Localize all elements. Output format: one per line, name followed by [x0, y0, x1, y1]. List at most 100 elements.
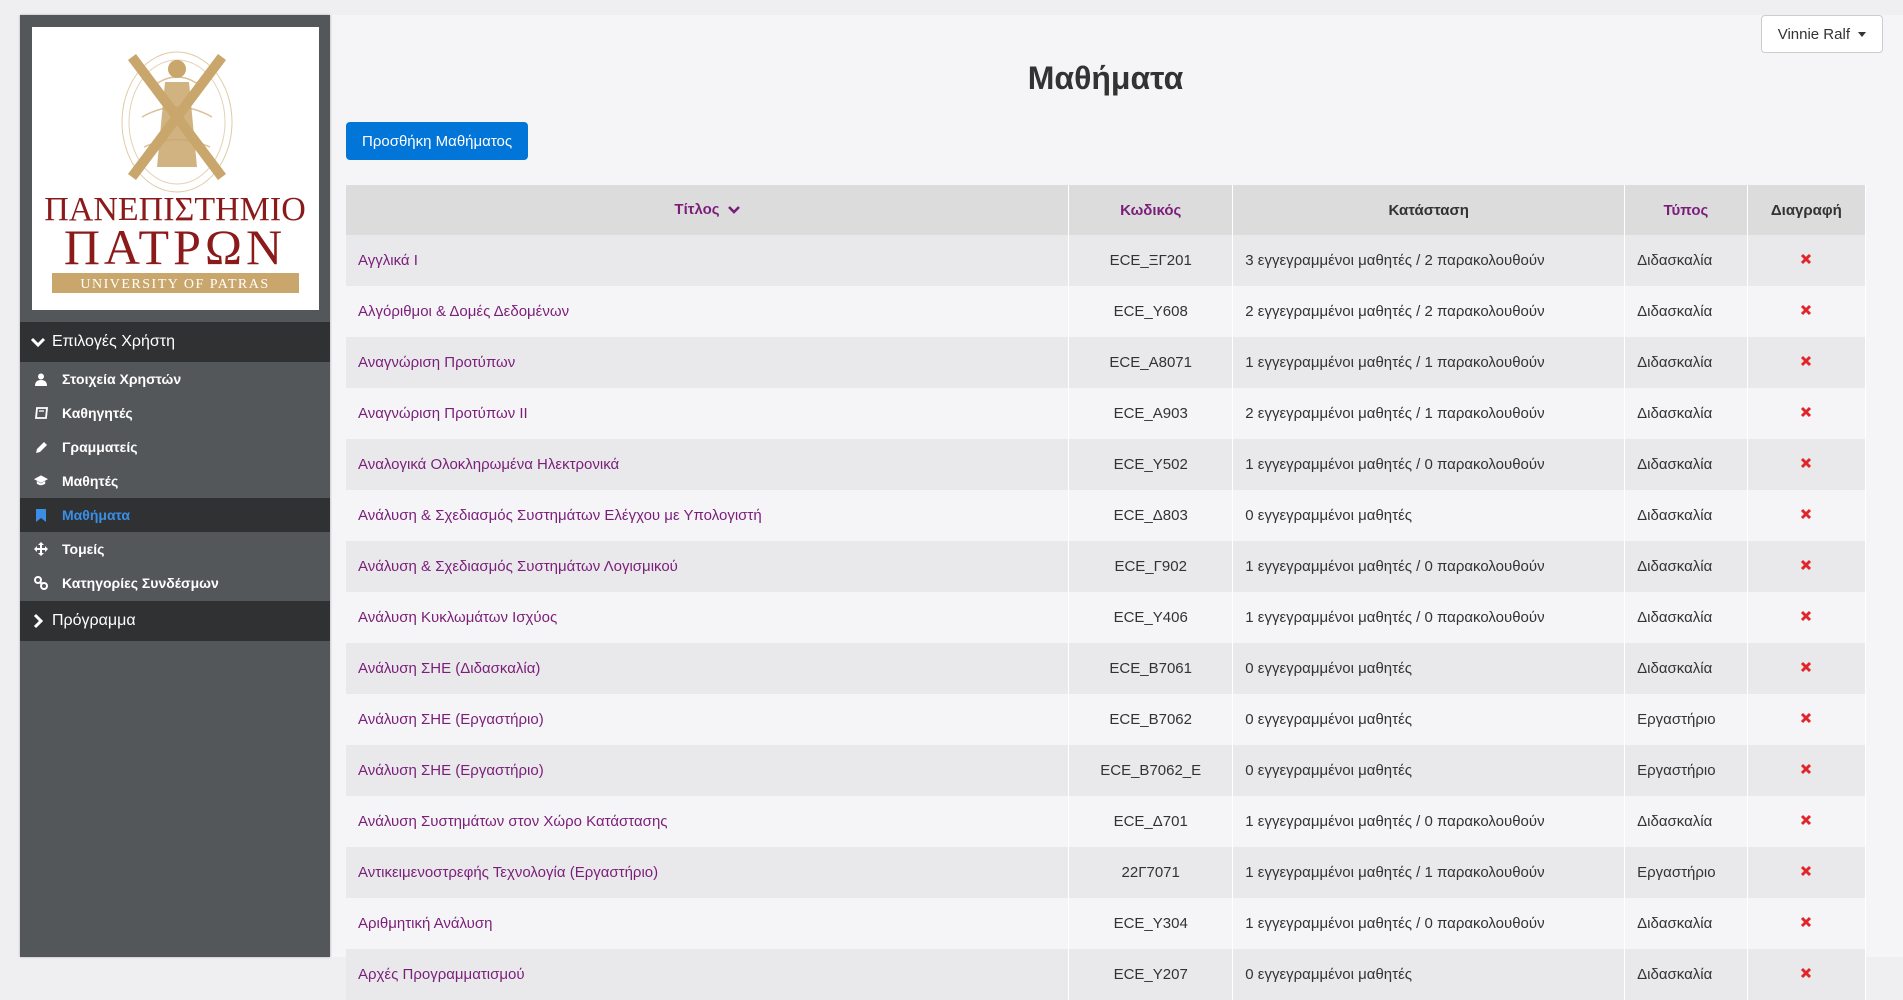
- delete-button[interactable]: [1747, 796, 1867, 847]
- sidebar-item-students[interactable]: Μαθητές: [20, 464, 330, 498]
- close-icon: [1800, 303, 1812, 316]
- header-delete: Διαγραφή: [1747, 185, 1867, 235]
- delete-button[interactable]: [1747, 388, 1867, 439]
- page-title: Μαθήματα: [1027, 60, 1184, 96]
- delete-button[interactable]: [1747, 847, 1867, 898]
- bookmark-icon: [34, 508, 48, 522]
- course-title-link[interactable]: Αλγόριθμοι & Δομές Δεδομένων: [346, 286, 1070, 337]
- graduation-cap-icon: [34, 474, 48, 488]
- delete-button[interactable]: [1747, 694, 1867, 745]
- sidebar-item-label: Τομείς: [62, 541, 105, 557]
- delete-button[interactable]: [1747, 745, 1867, 796]
- header-title-label: Τίτλος: [674, 201, 720, 219]
- course-title-link[interactable]: Αγγλικά Ι: [346, 235, 1070, 286]
- delete-button[interactable]: [1747, 286, 1867, 337]
- sidebar-item-sectors[interactable]: Τομείς: [20, 532, 330, 566]
- book-icon: [34, 406, 48, 420]
- section-schedule[interactable]: Πρόγραμμα: [20, 601, 330, 641]
- course-status: 2 εγγεγραμμένοι μαθητές / 2 παρακολουθού…: [1232, 286, 1626, 337]
- table-row: Ανάλυση ΣΗΕ (Εργαστήριο) ECE_Β7062_Ε 0 εγγ…: [346, 745, 1867, 796]
- course-type: Διδασκαλία: [1624, 898, 1748, 949]
- course-title-link[interactable]: Ανάλυση ΣΗΕ (Διδασκαλία): [346, 643, 1070, 694]
- sidebar-item-label: Κατηγορίες Συνδέσμων: [62, 575, 219, 591]
- table-row: Ανάλυση Συστημάτων στον Χώρο Κατάστασης E…: [346, 796, 1867, 847]
- course-status: 3 εγγεγραμμένοι μαθητές / 2 παρακολουθού…: [1232, 235, 1626, 286]
- course-code: ECE_Δ701: [1068, 796, 1234, 847]
- section-user-options[interactable]: Επιλογές Χρήστη: [20, 322, 330, 362]
- course-title-link[interactable]: Αριθμητική Ανάλυση: [346, 898, 1070, 949]
- course-code: ECE_Υ608: [1068, 286, 1234, 337]
- course-type: Διδασκαλία: [1624, 490, 1748, 541]
- course-type: Εργαστήριο: [1624, 745, 1748, 796]
- delete-button[interactable]: [1747, 235, 1867, 286]
- delete-button[interactable]: [1747, 490, 1867, 541]
- course-status: 0 εγγεγραμμένοι μαθητές: [1232, 490, 1626, 541]
- course-title-link[interactable]: Ανάλυση Κυκλωμάτων Ισχύος: [346, 592, 1070, 643]
- course-status: 0 εγγεγραμμένοι μαθητές: [1232, 694, 1626, 745]
- sidebar-item-label: Καθηγητές: [62, 405, 133, 421]
- course-status: 1 εγγεγραμμένοι μαθητές / 0 παρακολουθού…: [1232, 541, 1626, 592]
- course-code: ECE_Β7061: [1068, 643, 1234, 694]
- course-title-link[interactable]: Ανάλυση ΣΗΕ (Εργαστήριο): [346, 694, 1070, 745]
- add-course-button[interactable]: Προσθήκη Μαθήματος: [346, 122, 529, 160]
- course-code: ECE_Υ502: [1068, 439, 1234, 490]
- course-code: ECE_Β7062: [1068, 694, 1234, 745]
- delete-button[interactable]: [1747, 898, 1867, 949]
- course-status: 0 εγγεγραμμένοι μαθητές: [1232, 745, 1626, 796]
- course-status: 2 εγγεγραμμένοι μαθητές / 1 παρακολουθού…: [1232, 388, 1626, 439]
- course-title-link[interactable]: Ανάλυση Συστημάτων στον Χώρο Κατάστασης: [346, 796, 1070, 847]
- close-icon: [1800, 405, 1812, 418]
- close-icon: [1800, 813, 1812, 826]
- course-type: Διδασκαλία: [1624, 643, 1748, 694]
- user-name: Vinnie Ralf: [1777, 25, 1850, 43]
- course-status: 1 εγγεγραμμένοι μαθητές / 0 παρακολουθού…: [1232, 439, 1626, 490]
- close-icon: [1800, 558, 1812, 571]
- course-title-link[interactable]: Αναγνώριση Προτύπων: [346, 337, 1070, 388]
- user-menu-button[interactable]: Vinnie Ralf: [1760, 15, 1883, 53]
- user-icon: [34, 372, 48, 386]
- delete-button[interactable]: [1747, 439, 1867, 490]
- course-code: 22Γ7071: [1068, 847, 1234, 898]
- course-type: Εργαστήριο: [1624, 847, 1748, 898]
- table-row: Αναγνώριση Προτύπων ECE_Α8071 1 εγγεγραμμέ…: [346, 337, 1867, 388]
- table-header-row: Τίτλος Κωδικός Κατάσταση Τύπος Διαγραφή: [346, 185, 1867, 235]
- course-type: Διδασκαλία: [1624, 796, 1748, 847]
- section-user-options-label: Επιλογές Χρήστη: [52, 333, 175, 350]
- sidebar-item-label: Στοιχεία Χρηστών: [62, 371, 182, 387]
- header-code[interactable]: Κωδικός: [1068, 185, 1234, 235]
- course-type: Διδασκαλία: [1624, 388, 1748, 439]
- course-code: ECE_Α8071: [1068, 337, 1234, 388]
- course-type: Εργαστήριο: [1624, 694, 1748, 745]
- sidebar-item-label: Μαθητές: [62, 473, 119, 489]
- delete-button[interactable]: [1747, 643, 1867, 694]
- sidebar-item-link-categories[interactable]: Κατηγορίες Συνδέσμων: [20, 566, 330, 600]
- sidebar: ΠΑΝΕΠΙΣΤΗΜΙΟ ΠΑΤΡΩΝ UNIVERSITY OF PATRAS…: [20, 15, 330, 957]
- course-title-link[interactable]: Αναγνώριση Προτύπων ΙΙ: [346, 388, 1070, 439]
- delete-button[interactable]: [1747, 541, 1867, 592]
- course-status: 1 εγγεγραμμένοι μαθητές / 0 παρακολουθού…: [1232, 592, 1626, 643]
- course-status: 0 εγγεγραμμένοι μαθητές: [1232, 643, 1626, 694]
- course-title-link[interactable]: Ανάλυση ΣΗΕ (Εργαστήριο): [346, 745, 1070, 796]
- table-row: Ανάλυση Κυκλωμάτων Ισχύος ECE_Υ406 1 εγγεγ…: [346, 592, 1867, 643]
- delete-button[interactable]: [1747, 337, 1867, 388]
- header-status: Κατάσταση: [1232, 185, 1626, 235]
- sidebar-item-secretaries[interactable]: Γραμματείς: [20, 430, 330, 464]
- table-row: Αριθμητική Ανάλυση ECE_Υ304 1 εγγεγραμμένο…: [346, 898, 1867, 949]
- sidebar-item-professors[interactable]: Καθηγητές: [20, 396, 330, 430]
- course-title-link[interactable]: Αντικειμενοστρεφής Τεχνολογία (Εργαστήρι…: [346, 847, 1070, 898]
- pencil-icon: [34, 440, 48, 454]
- close-icon: [1800, 864, 1812, 877]
- delete-button[interactable]: [1747, 592, 1867, 643]
- sidebar-item-users[interactable]: Στοιχεία Χρηστών: [20, 362, 330, 396]
- header-title[interactable]: Τίτλος: [346, 185, 1070, 235]
- course-title-link[interactable]: Ανάλυση & Σχεδιασμός Συστημάτων Ελέγχου …: [346, 490, 1070, 541]
- course-status: 1 εγγεγραμμένοι μαθητές / 1 παρακολουθού…: [1232, 337, 1626, 388]
- header-type[interactable]: Τύπος: [1624, 185, 1748, 235]
- close-icon: [1800, 660, 1812, 673]
- sidebar-item-label: Γραμματείς: [62, 439, 138, 455]
- table-row: Ανάλυση ΣΗΕ (Διδασκαλία) ECE_Β7061 0 εγγεγ…: [346, 643, 1867, 694]
- course-code: ECE_ΞΓ201: [1068, 235, 1234, 286]
- course-title-link[interactable]: Αναλογικά Ολοκληρωμένα Ηλεκτρονικά: [346, 439, 1070, 490]
- sidebar-item-courses[interactable]: Μαθήματα: [20, 498, 330, 532]
- course-title-link[interactable]: Ανάλυση & Σχεδιασμός Συστημάτων Λογισμικ…: [346, 541, 1070, 592]
